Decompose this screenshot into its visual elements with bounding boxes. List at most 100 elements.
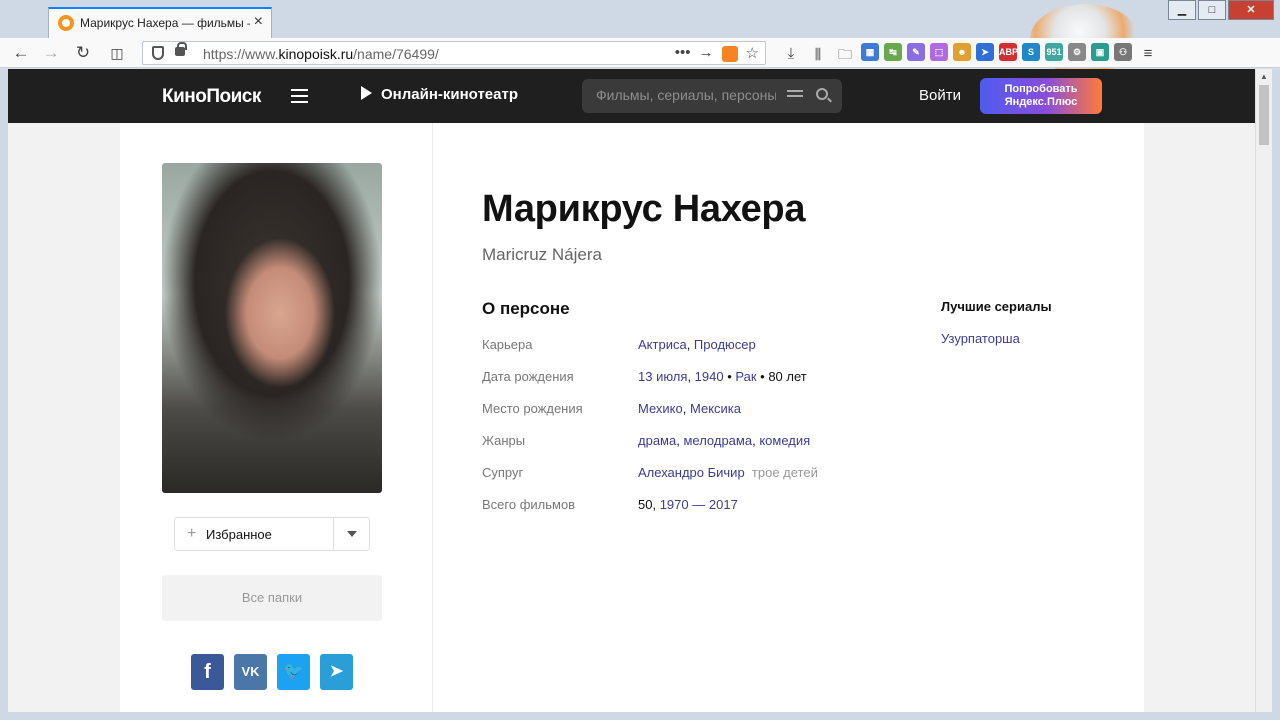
folder-icon[interactable]: 🗀	[834, 43, 856, 65]
downloads-icon[interactable]: ⤓	[780, 43, 802, 65]
sidebar-toggle-icon[interactable]: ◫	[106, 42, 128, 64]
birth-day-link[interactable]: 13 июля	[638, 369, 687, 384]
genre-link[interactable]: мелодрама	[683, 433, 752, 448]
kinopoisk-favicon-icon	[58, 15, 74, 31]
url-text: https://www.kinopoisk.ru/name/76499/	[203, 46, 439, 62]
back-icon[interactable]: ←	[10, 42, 32, 64]
fact-label: Дата рождения	[482, 369, 574, 384]
fact-label: Всего фильмов	[482, 497, 576, 512]
birthplace-link[interactable]: Мексика	[690, 401, 741, 416]
fact-value: 50, 1970 — 2017	[638, 497, 738, 512]
search-box	[582, 79, 842, 113]
fact-label: Супруг	[482, 465, 524, 480]
browser-tab[interactable]: Марикрус Нахера — фильмы — ×	[48, 7, 272, 38]
screenshot-extension-icon[interactable]: ⬚	[930, 43, 948, 61]
minimize-button[interactable]: ▁	[1168, 0, 1196, 20]
search-input[interactable]	[596, 87, 776, 103]
all-folders-button[interactable]: Все папки	[162, 575, 382, 621]
s-extension-icon[interactable]: S	[1022, 43, 1040, 61]
extensions-bar: ⤓ ⫼ 🗀 ▦ ↹ ✎ ⬚ ☻ ➤ ABP S 951 ⚙ ▣ ⚇ ≡	[780, 43, 1159, 65]
plus-icon[interactable]: +	[187, 525, 196, 543]
facebook-icon[interactable]: f	[191, 654, 224, 690]
window-controls: ▁ □ ✕	[1166, 0, 1274, 20]
twitter-icon[interactable]: 🐦	[277, 654, 310, 690]
tab-title: Марикрус Нахера — фильмы —	[80, 16, 250, 30]
search-icon[interactable]	[816, 88, 828, 100]
favorites-dropdown: + Избранное	[174, 517, 370, 551]
gear-extension-icon[interactable]: ⚙	[1068, 43, 1086, 61]
favorites-separator	[333, 518, 334, 550]
favorites-button[interactable]: Избранное	[206, 527, 272, 542]
save-extension-icon[interactable]: ▣	[1091, 43, 1109, 61]
close-window-button[interactable]: ✕	[1228, 0, 1274, 20]
forward-icon[interactable]: →	[40, 42, 62, 64]
films-from-link[interactable]: 1970	[660, 497, 689, 512]
fact-value: Алехандро Бичир трое детей	[638, 465, 818, 480]
career-link[interactable]: Продюсер	[694, 337, 756, 352]
play-icon	[361, 86, 372, 100]
fact-label: Карьера	[482, 337, 533, 352]
tracking-shield-icon[interactable]	[152, 46, 164, 60]
online-cinema-link[interactable]: Онлайн-кинотеатр	[361, 86, 518, 103]
maximize-button[interactable]: □	[1198, 0, 1226, 20]
tab-close-icon[interactable]: ×	[254, 13, 263, 31]
about-heading: О персоне	[482, 299, 570, 318]
birth-year-link[interactable]: 1940	[695, 369, 724, 384]
search-filter-icon[interactable]	[787, 90, 803, 102]
fact-value: 13 июля, 1940 • Рак • 80 лет	[638, 369, 807, 384]
qr-extension-icon[interactable]: ▦	[861, 43, 879, 61]
telegram-icon[interactable]: ➤	[320, 654, 353, 690]
genre-link[interactable]: драма	[638, 433, 676, 448]
fact-label: Жанры	[482, 433, 526, 448]
scroll-thumb[interactable]	[1259, 85, 1269, 145]
page-actions-icon[interactable]: •••	[675, 44, 691, 62]
account-extension-icon[interactable]: ⚇	[1114, 43, 1132, 61]
chevron-down-icon[interactable]	[347, 531, 357, 537]
send-arrow-icon[interactable]: →	[699, 44, 714, 62]
page-scrollbar[interactable]: ▲	[1255, 69, 1272, 712]
cursor-extension-icon[interactable]: ➤	[976, 43, 994, 61]
url-actions: ••• → ☆	[675, 44, 759, 62]
window-frame-bottom	[0, 712, 1280, 720]
best-series-link[interactable]: Узурпаторша	[941, 331, 1020, 346]
browser-toolbar: ← → ↻ ◫ https://www.kinopoisk.ru/name/76…	[0, 38, 1280, 68]
monkey-extension-icon[interactable]: ☻	[953, 43, 971, 61]
career-link[interactable]: Актриса	[638, 337, 687, 352]
window-frame-left	[0, 69, 8, 720]
window-titlebar: Марикрус Нахера — фильмы — × ▁ □ ✕	[0, 0, 1280, 74]
kinopoisk-logo[interactable]: КиноПоиск	[162, 86, 261, 108]
page-viewport: КиноПоиск Онлайн-кинотеатр Войти Попробо…	[8, 69, 1255, 712]
library-icon[interactable]: ⫼	[807, 43, 829, 65]
films-to-link[interactable]: 2017	[709, 497, 738, 512]
adblock-extension-icon[interactable]: ABP	[999, 43, 1018, 61]
address-bar[interactable]: https://www.kinopoisk.ru/name/76499/ •••…	[142, 41, 766, 65]
column-divider	[432, 123, 433, 712]
genre-link[interactable]: комедия	[759, 433, 810, 448]
plus-button-line2: Яндекс.Плюс	[1004, 96, 1078, 108]
fact-value: Мехико, Мексика	[638, 401, 741, 416]
window-frame-right	[1272, 69, 1280, 720]
translate-extension-icon[interactable]: ↹	[884, 43, 902, 61]
plus-button-line1: Попробовать	[1004, 83, 1078, 95]
scroll-up-icon[interactable]: ▲	[1260, 72, 1268, 81]
birthplace-link[interactable]: Мехико	[638, 401, 683, 416]
films-count: 50	[638, 497, 653, 512]
try-yandex-plus-button[interactable]: Попробовать Яндекс.Плюс	[980, 78, 1102, 114]
counter-extension-icon[interactable]: 951	[1045, 43, 1063, 61]
site-header: КиноПоиск Онлайн-кинотеатр Войти Попробо…	[8, 69, 1255, 123]
login-link[interactable]: Войти	[919, 87, 961, 104]
zodiac-link[interactable]: Рак	[735, 369, 756, 384]
fact-label: Место рождения	[482, 401, 583, 416]
menu-icon[interactable]: ≡	[1137, 43, 1159, 65]
person-original-name: Maricruz Nájera	[482, 245, 602, 264]
menu-burger-icon[interactable]	[291, 89, 308, 103]
spouse-link[interactable]: Алехандро Бичир	[638, 465, 745, 480]
vk-icon[interactable]: VK	[234, 654, 267, 690]
person-photo[interactable]	[162, 163, 382, 493]
reload-icon[interactable]: ↻	[72, 42, 94, 64]
lock-icon[interactable]	[175, 42, 187, 56]
bookmark-star-icon[interactable]: ☆	[746, 44, 759, 62]
spouse-note: трое детей	[751, 465, 818, 480]
eyedropper-extension-icon[interactable]: ✎	[907, 43, 925, 61]
rss-icon[interactable]	[721, 46, 738, 62]
